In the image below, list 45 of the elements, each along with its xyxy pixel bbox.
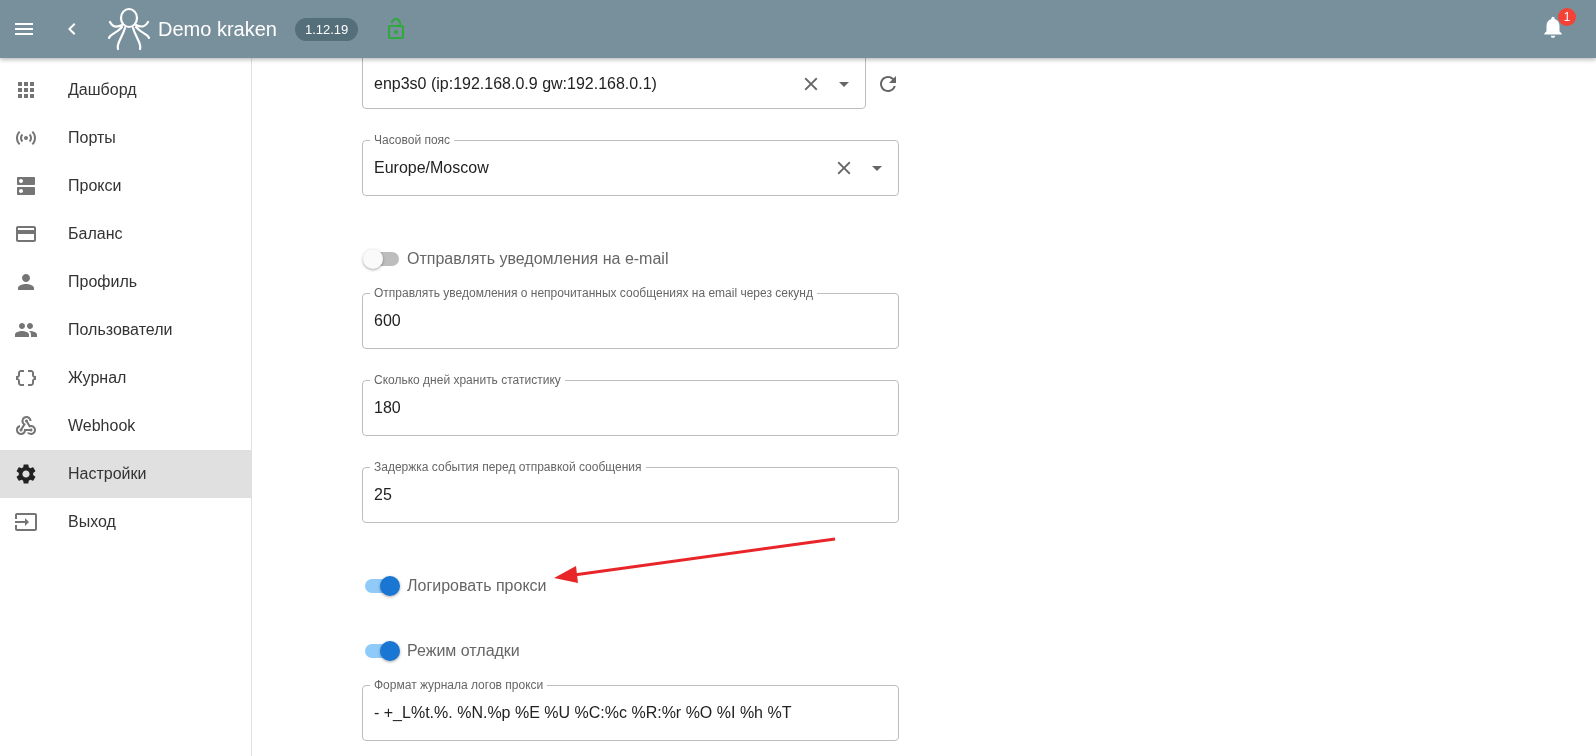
field-value: enp3s0 (ip:192.168.0.9 gw:192.168.0.1) bbox=[374, 74, 658, 93]
sidebar-label: Баланс bbox=[68, 225, 123, 243]
field-value: 180 bbox=[374, 399, 402, 417]
sidebar-item[interactable]: Порты bbox=[0, 114, 251, 162]
exit-icon bbox=[14, 510, 38, 534]
app-title: Demo kraken bbox=[158, 17, 277, 41]
octopus-logo bbox=[106, 6, 152, 52]
field-label: Формат журнала логов прокси bbox=[370, 677, 548, 693]
notification-count: 1 bbox=[1558, 8, 1576, 26]
field-label: Задержка события перед отправкой сообщения bbox=[370, 459, 646, 475]
sidebar-item[interactable]: Webhook bbox=[0, 402, 251, 450]
sidebar-item[interactable]: Журнал bbox=[0, 354, 251, 402]
sidebar-label: Порты bbox=[68, 129, 116, 147]
sidebar-label: Пользователи bbox=[68, 321, 173, 339]
toggle-switch[interactable] bbox=[365, 252, 399, 266]
field-value: 25 bbox=[374, 486, 393, 504]
sidebar-label: Дашборд bbox=[68, 81, 137, 99]
sidebar-label: Прокси bbox=[68, 177, 122, 195]
sidebar-item[interactable]: Выход bbox=[0, 498, 251, 546]
field-value: - +_L%t.%. %N.%p %E %U %C:%c %R:%r %O %I %h %T bbox=[374, 704, 793, 722]
sidebar-item[interactable]: Пользователи bbox=[0, 306, 251, 354]
field-label: Отправлять уведомления о непрочитанных сообщениях на email через секунд bbox=[370, 285, 817, 301]
sidebar-item[interactable]: Прокси bbox=[0, 162, 251, 210]
sidebar-label: Выход bbox=[68, 513, 116, 531]
settings-icon bbox=[14, 462, 38, 486]
server-icon bbox=[14, 174, 38, 198]
toggle-label: Режим отладки bbox=[407, 642, 520, 660]
webhook-icon bbox=[14, 414, 38, 438]
toggle-switch[interactable] bbox=[365, 579, 399, 593]
sidebar-item[interactable]: Баланс bbox=[0, 210, 251, 258]
sidebar-item[interactable]: Дашборд bbox=[0, 66, 251, 114]
sidebar-item[interactable]: Настройки bbox=[0, 450, 251, 498]
sidebar-label: Webhook bbox=[68, 417, 136, 435]
sidebar-label: Настройки bbox=[68, 465, 147, 483]
toggle-label: Отправлять уведомления на e-mail bbox=[407, 250, 669, 268]
field-value: 600 bbox=[374, 312, 402, 330]
toggle-switch[interactable] bbox=[365, 644, 399, 658]
field-label: Сколько дней хранить статистику bbox=[370, 372, 565, 388]
field-value: Europe/Moscow bbox=[374, 159, 490, 177]
toggle-label: Логировать прокси bbox=[407, 577, 547, 595]
sidebar-label: Профиль bbox=[68, 273, 138, 291]
sidebar-item[interactable]: Профиль bbox=[0, 258, 251, 306]
sidebar-label: Журнал bbox=[68, 369, 127, 387]
version-badge: 1.12.19 bbox=[294, 17, 359, 41]
select-field[interactable]: enp3s0 (ip:192.168.0.9 gw:192.168.0.1) bbox=[362, 58, 866, 109]
